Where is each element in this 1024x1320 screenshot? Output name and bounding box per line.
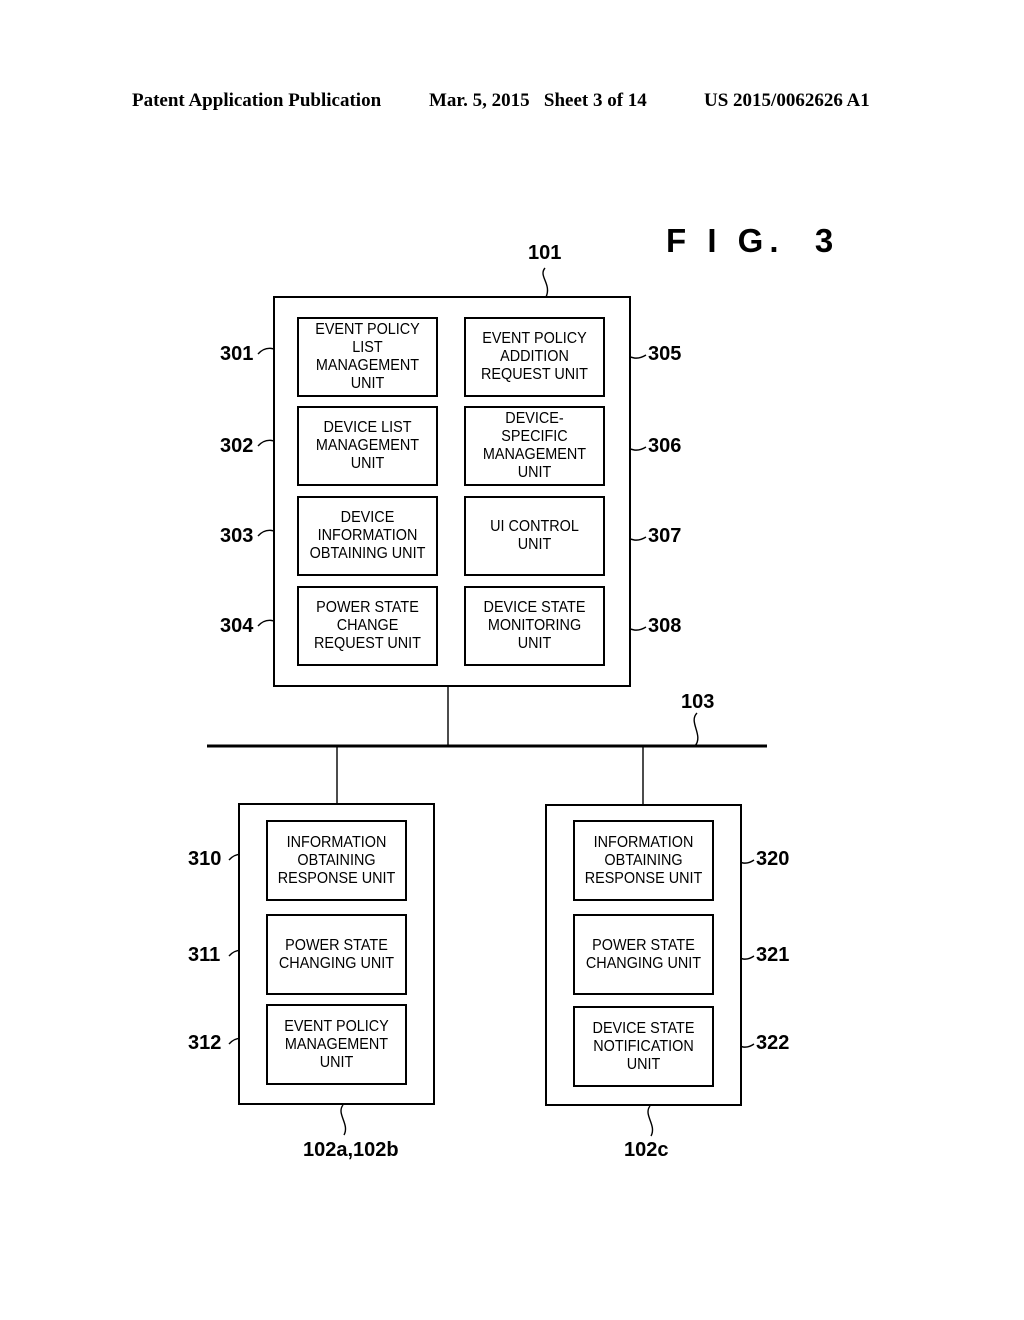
unit-322-label: DEVICE STATE NOTIFICATION UNIT xyxy=(592,1019,695,1073)
ref-102c: 102c xyxy=(624,1139,669,1161)
unit-306-label: DEVICE-SPECIFIC MANAGEMENT UNIT xyxy=(482,410,587,481)
unit-303-label: DEVICE INFORMATION OBTAINING UNIT xyxy=(309,509,426,562)
unit-302-label: DEVICE LIST MANAGEMENT UNIT xyxy=(315,419,420,472)
ref-103: 103 xyxy=(681,691,715,713)
unit-310-label: INFORMATION OBTAINING RESPONSE UNIT xyxy=(277,833,396,887)
leader-101 xyxy=(542,267,549,298)
leader-102ab xyxy=(340,1104,347,1136)
unit-310: INFORMATION OBTAINING RESPONSE UNIT xyxy=(266,820,407,901)
unit-305-label: EVENT POLICY ADDITION REQUEST UNIT xyxy=(481,330,588,383)
unit-308-label: DEVICE STATE MONITORING UNIT xyxy=(483,599,586,652)
unit-312: EVENT POLICY MANAGEMENT UNIT xyxy=(266,1004,407,1085)
unit-305: EVENT POLICY ADDITION REQUEST UNIT xyxy=(464,317,605,397)
unit-312-label: EVENT POLICY MANAGEMENT UNIT xyxy=(284,1017,389,1071)
unit-307-label: UI CONTROL UNIT xyxy=(490,518,579,553)
leader-102c xyxy=(647,1105,654,1137)
unit-321: POWER STATE CHANGING UNIT xyxy=(573,914,714,995)
leader-103 xyxy=(693,712,699,747)
ref-306: 306 xyxy=(648,435,682,457)
unit-301-label: EVENT POLICY LIST MANAGEMENT UNIT xyxy=(315,321,420,392)
unit-320: INFORMATION OBTAINING RESPONSE UNIT xyxy=(573,820,714,901)
unit-307: UI CONTROL UNIT xyxy=(464,496,605,576)
unit-320-label: INFORMATION OBTAINING RESPONSE UNIT xyxy=(584,833,703,887)
ref-303: 303 xyxy=(220,525,254,547)
ref-312: 312 xyxy=(188,1032,222,1054)
ref-302: 302 xyxy=(220,435,254,457)
ref-311: 311 xyxy=(188,944,221,966)
unit-322: DEVICE STATE NOTIFICATION UNIT xyxy=(573,1006,714,1087)
ref-304: 304 xyxy=(220,615,254,637)
ref-307: 307 xyxy=(648,525,682,547)
unit-302: DEVICE LIST MANAGEMENT UNIT xyxy=(297,406,438,486)
unit-301: EVENT POLICY LIST MANAGEMENT UNIT xyxy=(297,317,438,397)
ref-101: 101 xyxy=(528,242,562,264)
ref-301: 301 xyxy=(220,343,254,365)
ref-310: 310 xyxy=(188,848,222,870)
unit-311-label: POWER STATE CHANGING UNIT xyxy=(278,936,395,972)
ref-320: 320 xyxy=(756,848,790,870)
ref-321: 321 xyxy=(756,944,790,966)
unit-321-label: POWER STATE CHANGING UNIT xyxy=(585,936,702,972)
ref-308: 308 xyxy=(648,615,682,637)
unit-306: DEVICE-SPECIFIC MANAGEMENT UNIT xyxy=(464,406,605,486)
ref-305: 305 xyxy=(648,343,682,365)
ref-322: 322 xyxy=(756,1032,790,1054)
ref-102ab: 102a,102b xyxy=(303,1139,399,1161)
unit-311: POWER STATE CHANGING UNIT xyxy=(266,914,407,995)
unit-304: POWER STATE CHANGE REQUEST UNIT xyxy=(297,586,438,666)
unit-303: DEVICE INFORMATION OBTAINING UNIT xyxy=(297,496,438,576)
unit-304-label: POWER STATE CHANGE REQUEST UNIT xyxy=(314,599,421,652)
unit-308: DEVICE STATE MONITORING UNIT xyxy=(464,586,605,666)
